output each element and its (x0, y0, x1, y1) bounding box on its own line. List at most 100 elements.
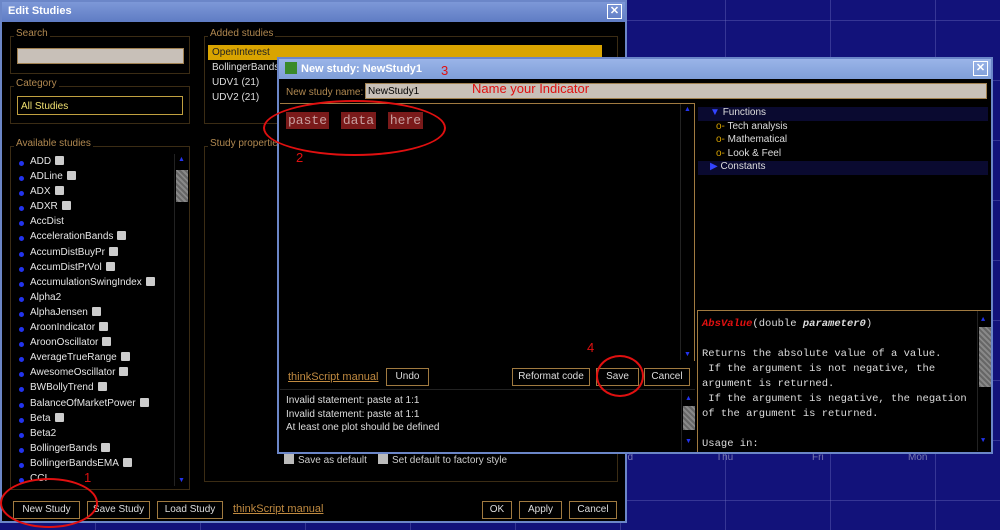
study-item[interactable]: Alpha2 (14, 292, 174, 307)
cancel-button[interactable]: Cancel (569, 501, 617, 519)
study-label: AccDist (30, 216, 64, 228)
help-line (702, 422, 987, 437)
study-item[interactable]: ADLine (14, 171, 174, 186)
help-line: If the argument is negative, the negatio… (702, 393, 967, 405)
study-item[interactable]: AccelerationBands (14, 231, 174, 246)
load-study-button[interactable]: Load Study (157, 501, 223, 519)
study-item[interactable]: AwesomeOscillator (14, 367, 174, 382)
available-studies-list[interactable]: ADD ADLine ADX ADXR AccDist AccelerationBands… (14, 154, 174, 486)
study-item[interactable]: Beta (14, 412, 174, 428)
help-line: Returns the absolute value of a value. (702, 348, 942, 360)
script-icon (105, 261, 115, 271)
tree-label: Functions (722, 107, 767, 118)
scrollbar[interactable]: ▲ ▼ (680, 104, 694, 360)
script-icon (109, 246, 119, 256)
annotation-number: 2 (296, 150, 304, 165)
search-input[interactable] (17, 48, 184, 64)
tree-item-math[interactable]: o- Mathematical (698, 134, 988, 148)
study-item[interactable]: AccumDistBuyPr (14, 246, 174, 262)
study-icon (285, 62, 297, 74)
thinkscript-manual-link[interactable]: thinkScript manual (233, 503, 324, 515)
message: Invalid statement: paste at 1:1 (286, 408, 420, 420)
study-label: AccumDistBuyPr (30, 246, 106, 258)
study-label: AroonIndicator (30, 322, 96, 334)
script-icon (122, 457, 132, 467)
study-item[interactable]: AccumulationSwingIndex (14, 276, 174, 292)
script-icon (119, 367, 129, 377)
cancel-button[interactable]: Cancel (644, 368, 690, 386)
study-name-input[interactable] (365, 83, 987, 99)
study-item[interactable]: AlphaJensen (14, 306, 174, 322)
study-item[interactable]: AverageTrueRange (14, 352, 174, 367)
checkbox-label: Save as default (298, 455, 367, 466)
study-item[interactable]: BWBollyTrend (14, 382, 174, 397)
help-sig: ) (865, 318, 873, 330)
scrollbar[interactable]: ▲ ▼ (977, 311, 991, 451)
annotation-text: Name your Indicator (472, 81, 590, 96)
script-icon (117, 231, 127, 241)
annotation-number: 1 (84, 470, 92, 485)
close-icon[interactable]: ✕ (607, 4, 622, 19)
study-item[interactable]: AroonOscillator (14, 337, 174, 352)
messages-panel: Invalid statement: paste at 1:1 Invalid … (280, 389, 695, 451)
category-select[interactable]: All Studies (17, 96, 183, 115)
study-item[interactable]: ADD (14, 156, 174, 171)
script-icon (102, 337, 112, 347)
study-label: ADX (30, 186, 51, 198)
help-line: If the argument is not negative, the (702, 363, 936, 375)
script-icon (61, 201, 71, 211)
annotation-circle (0, 478, 98, 528)
study-item[interactable]: BalanceOfMarketPower (14, 397, 174, 413)
scrollbar[interactable]: ▲ ▼ (174, 154, 188, 486)
study-label: AccelerationBands (30, 231, 114, 243)
study-label: BollingerBands (30, 442, 98, 454)
window-title: Edit Studies (8, 5, 72, 17)
annotation-number: 4 (587, 340, 595, 355)
script-icon (55, 156, 65, 165)
apply-button[interactable]: Apply (519, 501, 562, 519)
thinkscript-manual-link[interactable]: thinkScript manual (288, 371, 379, 383)
study-label: AverageTrueRange (30, 352, 117, 364)
study-label: ADD (30, 156, 52, 167)
factory-default-checkbox[interactable]: Set default to factory style (378, 454, 507, 466)
checkbox-label: Set default to factory style (392, 455, 508, 466)
message: Invalid statement: paste at 1:1 (286, 395, 420, 406)
study-item[interactable]: ADX (14, 186, 174, 201)
annotation-number: 3 (441, 63, 449, 78)
tree-item-constants[interactable]: ▶ Constants (698, 161, 988, 175)
help-line: of the argument is returned. (702, 408, 879, 420)
scrollbar[interactable]: ▲ ▼ (681, 390, 695, 450)
help-function: AbsValue (702, 318, 753, 330)
study-label: BalanceOfMarketPower (30, 397, 136, 409)
tree-label: Constants (720, 161, 766, 172)
close-icon[interactable]: ✕ (973, 61, 988, 76)
function-tree[interactable]: ▼ Functions o- Tech analysis o- Mathemat… (698, 106, 988, 175)
scroll-thumb[interactable] (176, 170, 188, 202)
study-label: AccumDistPrVol (30, 261, 102, 273)
study-item[interactable]: ADXR (14, 201, 174, 216)
script-icon (139, 397, 149, 407)
tree-item-tech[interactable]: o- Tech analysis (698, 121, 988, 135)
window-title: New study: NewStudy1 (301, 63, 423, 75)
tree-item-lookfeel[interactable]: o- Look & Feel (698, 148, 988, 162)
search-label: Search (14, 28, 50, 39)
reformat-code-button[interactable]: Reformat code (512, 368, 590, 386)
study-item[interactable]: AccumDistPrVol (14, 261, 174, 277)
tree-label: Tech analysis (727, 120, 788, 132)
save-default-checkbox[interactable]: Save as default (284, 454, 367, 466)
help-param: parameter0 (802, 318, 866, 330)
study-label: AccumulationSwingIndex (30, 276, 142, 288)
help-line: argument is returned. (702, 378, 835, 390)
tree-item-functions[interactable]: ▼ Functions (698, 107, 988, 121)
study-item[interactable]: AccDist (14, 216, 174, 231)
message: At least one plot should be defined (286, 422, 440, 433)
undo-button[interactable]: Undo (386, 368, 429, 386)
study-item[interactable]: BollingerBands (14, 442, 174, 458)
study-item[interactable]: Beta2 (14, 428, 174, 443)
ok-button[interactable]: OK (482, 501, 512, 519)
script-icon (54, 412, 64, 422)
study-item[interactable]: BollingerBandsEMA (14, 457, 174, 473)
available-label: Available studies (14, 138, 93, 149)
title-bar: Edit Studies ✕ (2, 2, 625, 22)
study-item[interactable]: AroonIndicator (14, 322, 174, 337)
